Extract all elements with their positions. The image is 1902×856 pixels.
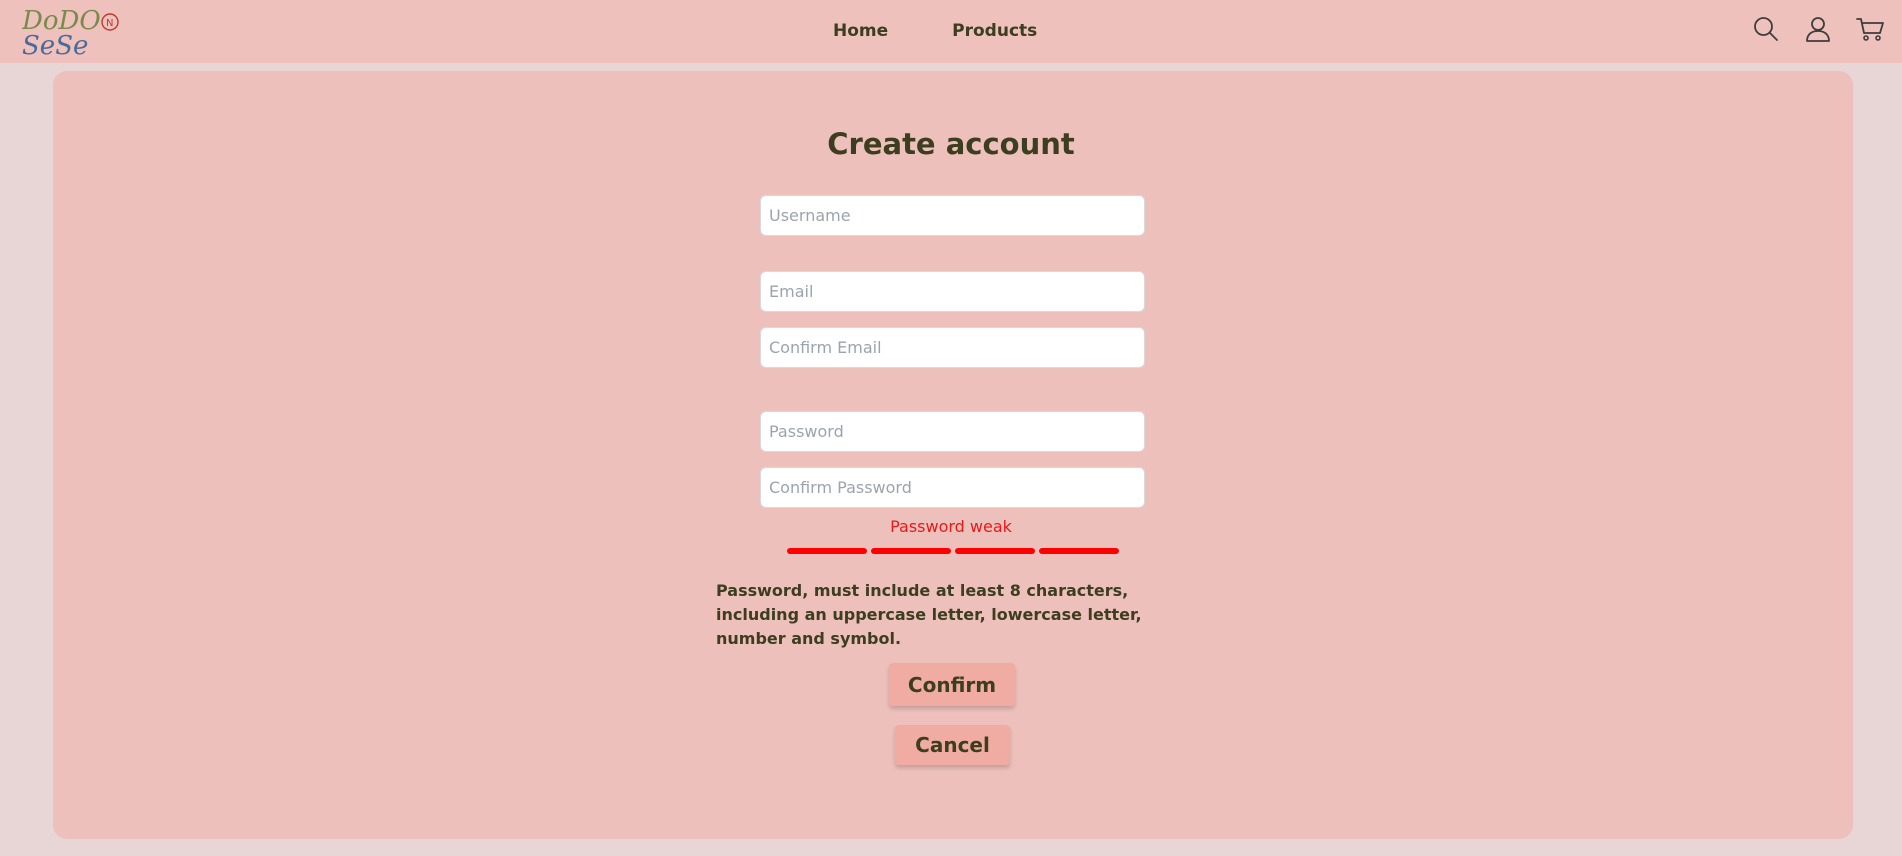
nav-link-home[interactable]: Home	[833, 20, 888, 42]
strength-segment	[871, 548, 951, 554]
navbar: DoDO SeSe N Home Products	[0, 0, 1902, 63]
user-icon[interactable]	[1804, 15, 1832, 43]
strength-segment	[787, 548, 867, 554]
logo-text-bottom: SeSe	[22, 31, 88, 57]
nav-link-products[interactable]: Products	[952, 20, 1037, 42]
confirm-password-input[interactable]	[760, 467, 1145, 508]
password-strength-meter	[787, 548, 1119, 554]
page-title: Create account	[827, 127, 1075, 161]
email-input[interactable]	[760, 271, 1145, 312]
create-account-card	[53, 71, 1853, 839]
nav-icons	[1752, 15, 1884, 43]
cancel-button[interactable]: Cancel	[895, 725, 1010, 765]
strength-segment	[955, 548, 1035, 554]
password-strength-label: Password weak	[890, 517, 1012, 536]
nav-links: Home Products	[833, 20, 1037, 42]
confirm-button[interactable]: Confirm	[889, 663, 1015, 706]
strength-segment	[1039, 548, 1119, 554]
cart-icon[interactable]	[1856, 15, 1884, 43]
password-input[interactable]	[760, 411, 1145, 452]
logo-mark-text: N	[106, 18, 113, 29]
password-requirements-hint: Password, must include at least 8 charac…	[716, 581, 1142, 648]
username-input[interactable]	[760, 195, 1145, 236]
search-icon[interactable]	[1752, 15, 1780, 43]
confirm-email-input[interactable]	[760, 327, 1145, 368]
brand-logo[interactable]: DoDO SeSe N	[22, 5, 126, 57]
